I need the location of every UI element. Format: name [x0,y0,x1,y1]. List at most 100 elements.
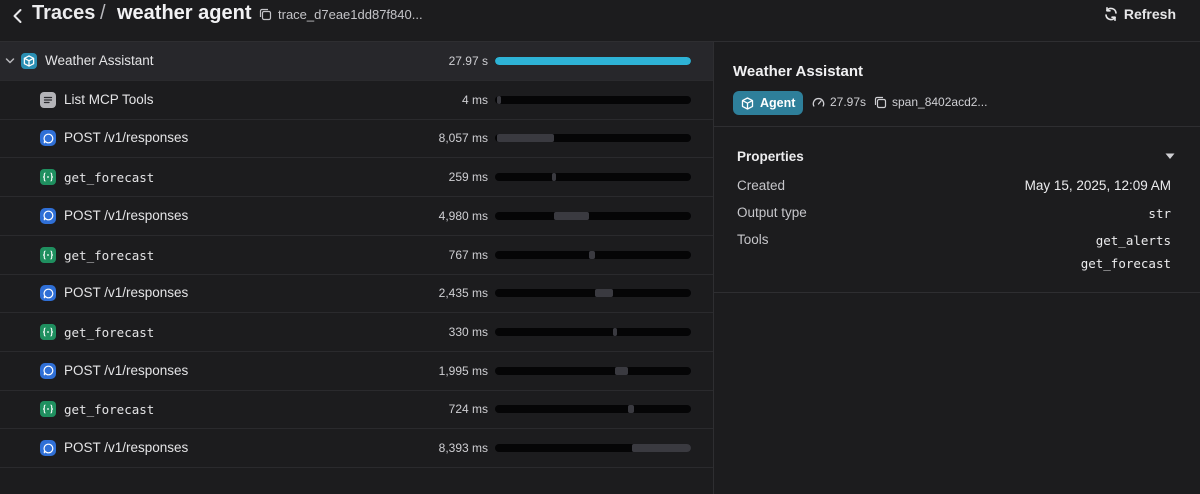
timeline-bar [551,173,556,182]
timeline-bar [614,366,629,375]
timeline-bar [594,289,613,298]
top-bar: Traces / weather agent trace_d7eae1dd87f… [0,0,1200,42]
caret-down-icon[interactable] [1164,151,1176,161]
braces-icon [40,246,56,263]
span-duration: 2,435 ms [438,286,488,301]
span-duration: 8,057 ms [438,131,488,146]
span-duration: 259 ms [448,170,488,185]
span-label: get_forecast [64,402,155,418]
span-row[interactable]: get_forecast 767 ms [0,236,713,275]
span-row[interactable]: POST /v1/responses 8,057 ms [0,119,713,159]
timeline-bar-track [495,57,691,65]
timeline-bar [496,95,501,104]
span-label: List MCP Tools [64,91,154,107]
span-duration: 1,995 ms [438,363,488,378]
timeline-bar [632,444,691,452]
span-label: POST /v1/responses [64,362,189,378]
chat-bubble-icon [40,207,56,224]
span-row[interactable]: get_forecast 724 ms [0,390,713,430]
timeline-bar-track [495,327,691,336]
span-row[interactable]: get_forecast 259 ms [0,158,713,198]
created-value: May 15, 2025, 12:09 AM [1024,178,1171,193]
section-divider [714,126,1200,127]
span-row-root[interactable]: Weather Assistant 27.97 s [0,42,713,81]
output-type-value: str [1148,206,1171,221]
span-label: POST /v1/responses [64,285,189,301]
tool-item: get_alerts [1095,233,1171,248]
cube-icon [21,53,37,69]
timeline-bar [553,211,590,220]
timeline-bar [589,250,595,259]
breadcrumb-separator: / [100,2,106,24]
detail-title: Weather Assistant [733,63,864,80]
span-label: POST /v1/responses [64,440,189,455]
back-button[interactable] [8,6,28,26]
braces-icon [40,169,56,186]
trace-id-text: trace_d7eae1dd87f840... [278,7,423,22]
tools-label: Tools [737,232,769,247]
span-duration: 8,393 ms [438,441,488,455]
refresh-button[interactable]: Refresh [1104,6,1176,22]
span-duration: 330 ms [448,324,488,339]
timeline-bar [496,134,554,143]
list-icon [40,91,56,108]
timeline-bar-track [495,366,691,375]
span-duration: 27.97 s [448,54,488,68]
span-label: POST /v1/responses [64,207,189,223]
timeline-bar-track [495,134,691,143]
timeline-bar-track [495,95,691,104]
chevron-down-icon[interactable] [5,56,15,66]
gauge-icon [812,97,825,107]
braces-icon [40,401,56,418]
agent-badge: Agent [733,91,804,115]
span-label: get_forecast [64,170,155,186]
detail-duration: 27.97s [812,95,866,109]
created-label: Created [737,178,786,193]
timeline-bar [628,405,635,414]
chevron-left-icon [13,9,22,23]
copy-icon [874,96,887,108]
agent-badge-label: Agent [760,96,796,110]
span-row[interactable]: List MCP Tools 4 ms [0,81,713,120]
section-divider [714,292,1200,293]
span-duration: 4 ms [461,92,488,107]
timeline-bar [495,57,691,65]
copy-icon [259,8,272,21]
cube-icon [741,96,754,110]
trace-id-copy[interactable]: trace_d7eae1dd87f840... [259,7,423,22]
span-duration: 767 ms [448,247,488,262]
span-detail-panel: Weather Assistant Agent 27.97s span_8402… [714,42,1200,494]
span-duration: 724 ms [448,402,488,417]
span-tree-panel: Weather Assistant 27.97 s List MCP Tools 4 … [0,42,713,494]
timeline-bar-track [495,250,691,259]
timeline-bar [612,327,617,336]
timeline-bar-track [495,173,691,182]
span-row[interactable]: POST /v1/responses 2,435 ms [0,274,713,314]
span-row[interactable]: POST /v1/responses 8,393 ms [0,429,713,468]
span-id-copy[interactable]: span_8402acd2... [874,95,987,109]
timeline-bar-track [495,405,691,414]
braces-icon [40,323,56,340]
span-label: Weather Assistant [45,53,154,68]
span-label: POST /v1/responses [64,130,189,146]
span-id-text: span_8402acd2... [892,95,988,109]
timeline-bar-track [495,289,691,298]
refresh-label: Refresh [1123,6,1176,22]
refresh-icon [1105,7,1117,21]
span-label: get_forecast [64,324,155,340]
chat-bubble-icon [40,285,56,302]
detail-duration-text: 27.97s [830,95,867,109]
page-title: weather agent [117,2,252,24]
properties-heading: Properties [737,149,804,164]
span-label: get_forecast [64,247,155,263]
span-row[interactable]: POST /v1/responses 4,980 ms [0,197,713,236]
span-duration: 4,980 ms [438,208,488,223]
timeline-bar-track [495,444,691,452]
chat-bubble-icon [40,130,56,147]
breadcrumb-traces[interactable]: Traces [32,2,95,25]
tool-item: get_forecast [1080,256,1171,271]
span-row[interactable]: POST /v1/responses 1,995 ms [0,352,713,391]
output-type-label: Output type [737,205,807,220]
timeline-bar-track [495,211,691,220]
span-row[interactable]: get_forecast 330 ms [0,313,713,352]
